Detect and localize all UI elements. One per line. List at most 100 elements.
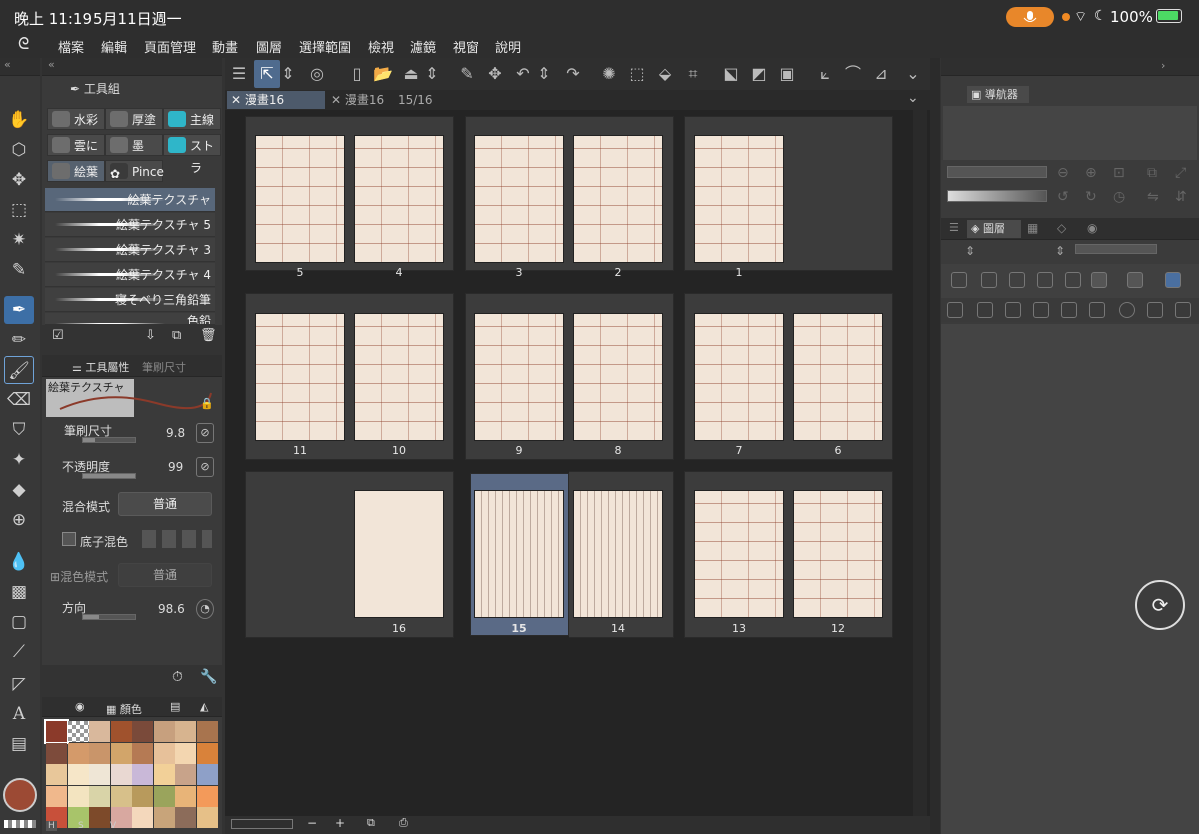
direction-pressure-icon[interactable]: ◔	[196, 599, 214, 619]
tab-document-page[interactable]: ✕ 漫畫16 15/16	[331, 91, 451, 109]
page-thumbnail-selected[interactable]	[474, 490, 564, 618]
wrench-icon[interactable]: 🔧	[200, 669, 217, 685]
page-thumbnail[interactable]	[793, 490, 883, 618]
brush-tool-icon[interactable]: 🖌	[4, 356, 34, 384]
reference-icon[interactable]	[981, 272, 997, 288]
ruler-icon[interactable]: ⟀	[812, 60, 838, 88]
menu-help[interactable]: 說明	[495, 37, 521, 56]
menu-layer[interactable]: 圖層	[256, 37, 282, 56]
zoom-slider[interactable]	[231, 819, 293, 829]
stepper-icon[interactable]: ⇕	[280, 60, 296, 88]
underlay-mode-icons[interactable]	[142, 530, 212, 548]
vertical-scrollbar[interactable]	[913, 110, 927, 816]
page-thumbnail[interactable]	[694, 135, 784, 263]
color-history-icon[interactable]: ▤	[170, 700, 180, 713]
underlay-checkbox[interactable]	[62, 532, 76, 546]
panel-menu-icon[interactable]: ☰	[949, 221, 959, 234]
color-swatch[interactable]	[132, 785, 153, 807]
menu-edit[interactable]: 編輯	[101, 37, 127, 56]
color-swatch[interactable]	[153, 721, 175, 742]
open-folder-icon[interactable]: 📂	[370, 60, 396, 88]
zoom-in-button[interactable]: +	[335, 816, 345, 830]
grid-tool-icon[interactable]: ⊕	[4, 506, 34, 534]
close-tab-icon[interactable]: ✕	[331, 93, 345, 107]
rotate-left-icon[interactable]: ↺	[1057, 189, 1069, 205]
color-swatch[interactable]	[196, 721, 218, 742]
duplicate-icon[interactable]: ⧉	[172, 328, 181, 343]
color-swatch[interactable]	[110, 742, 132, 764]
opacity-slider[interactable]	[82, 473, 136, 479]
page-thumbnail[interactable]	[573, 135, 663, 263]
gradient-tool-icon[interactable]: ▩	[4, 578, 34, 606]
history-tab-icon[interactable]: ◉	[1087, 221, 1097, 235]
page-thumbnail[interactable]	[573, 490, 663, 618]
color-swatch[interactable]	[67, 764, 89, 785]
page-manager-icon[interactable]: ⇱	[254, 60, 280, 88]
page-thumbnail[interactable]	[474, 313, 564, 441]
draft-icon[interactable]	[1009, 272, 1025, 288]
page-thumbnail[interactable]	[255, 313, 345, 441]
new-vector-layer-icon[interactable]	[1005, 302, 1021, 318]
correct-line-icon[interactable]: ⌒	[840, 60, 866, 88]
color-swatch[interactable]	[46, 742, 67, 764]
layer-color-icon[interactable]	[1165, 272, 1181, 288]
expand-right-icon[interactable]: ›	[1161, 59, 1165, 72]
layer-panel-toggle-icon[interactable]	[947, 302, 963, 318]
pen-tool-icon[interactable]: ✒	[4, 296, 34, 324]
brush-size-slider[interactable]	[82, 437, 136, 443]
zoom-out-button[interactable]: −	[307, 816, 317, 830]
close-tab-icon[interactable]: ✕	[231, 93, 245, 107]
color-swatch[interactable]	[67, 785, 89, 807]
brush-item[interactable]: 絵葉テクスチャ 4	[45, 263, 215, 287]
fill-tool-icon[interactable]: ◆	[4, 476, 34, 504]
perspective-icon[interactable]: ⊿	[868, 60, 894, 88]
color-swatch[interactable]	[196, 785, 218, 807]
color-swatch[interactable]	[153, 785, 175, 807]
layer-opacity-slider[interactable]	[1075, 244, 1157, 254]
subtool-watercolor[interactable]: 水彩	[47, 108, 105, 130]
tab-tool-property[interactable]: ⚌ 工具屬性	[72, 359, 129, 375]
zoom-in-icon[interactable]: ⊕	[1085, 165, 1097, 181]
tab-dropdown-icon[interactable]: ⌄	[907, 90, 919, 106]
fit-icon[interactable]: ⊡	[1113, 165, 1125, 181]
color-swatch[interactable]	[175, 721, 196, 742]
blend-tool-icon[interactable]: 💧	[4, 548, 34, 576]
swirl-icon[interactable]: ◎	[304, 60, 330, 88]
tab-document-active[interactable]: ✕ 漫畫16	[227, 91, 325, 109]
color-swatch[interactable]	[153, 742, 175, 764]
fit-window-icon[interactable]: ⤢	[1175, 165, 1186, 181]
layer-search-tab-icon[interactable]: ◇	[1057, 221, 1066, 235]
eyedropper-icon[interactable]: ✎	[454, 60, 480, 88]
color-swatch[interactable]	[46, 764, 67, 785]
camera-icon[interactable]: ⎙	[399, 816, 408, 830]
redo-icon[interactable]: ↷	[560, 60, 586, 88]
undo-icon[interactable]: ↶	[510, 60, 536, 88]
invert-selection-icon[interactable]: ◩	[746, 60, 772, 88]
color-swatch[interactable]	[110, 721, 132, 742]
subtool-ink[interactable]: 墨	[105, 134, 163, 156]
balloon-tool-icon[interactable]: ▤	[4, 730, 34, 758]
color-swatch[interactable]	[175, 785, 196, 807]
menu-page-management[interactable]: 頁面管理	[144, 37, 196, 56]
page-thumbnail[interactable]	[354, 313, 444, 441]
mask-icon[interactable]	[1091, 272, 1107, 288]
toolbar-expand-icon[interactable]: ⌄	[900, 60, 926, 88]
tab-brush-size[interactable]: 筆刷尺寸	[142, 359, 214, 375]
move-icon[interactable]: ✥	[482, 60, 508, 88]
menu-view[interactable]: 檢視	[368, 37, 394, 56]
tab-layers[interactable]: ◈ 圖層	[967, 220, 1021, 238]
page-thumbnail[interactable]	[573, 313, 663, 441]
menu-window[interactable]: 視窗	[453, 37, 479, 56]
collapse-left-icon[interactable]: «	[0, 58, 40, 76]
export-icon[interactable]: ⏏	[398, 60, 424, 88]
page-thumbnail[interactable]	[474, 135, 564, 263]
clipping-icon[interactable]	[951, 272, 967, 288]
clear-selection-icon[interactable]: ⬕	[718, 60, 744, 88]
merge-down-icon[interactable]	[1089, 302, 1105, 318]
airbrush-icon[interactable]: ⛉	[4, 416, 34, 444]
subtool-settings-icon[interactable]: ☑	[52, 328, 64, 343]
frame-tool-icon[interactable]: ◸	[4, 670, 34, 698]
delete-layer-icon[interactable]	[1175, 302, 1191, 318]
pencil-tool-icon[interactable]: ✏	[4, 326, 34, 354]
lock-transparency-icon[interactable]	[1065, 272, 1081, 288]
